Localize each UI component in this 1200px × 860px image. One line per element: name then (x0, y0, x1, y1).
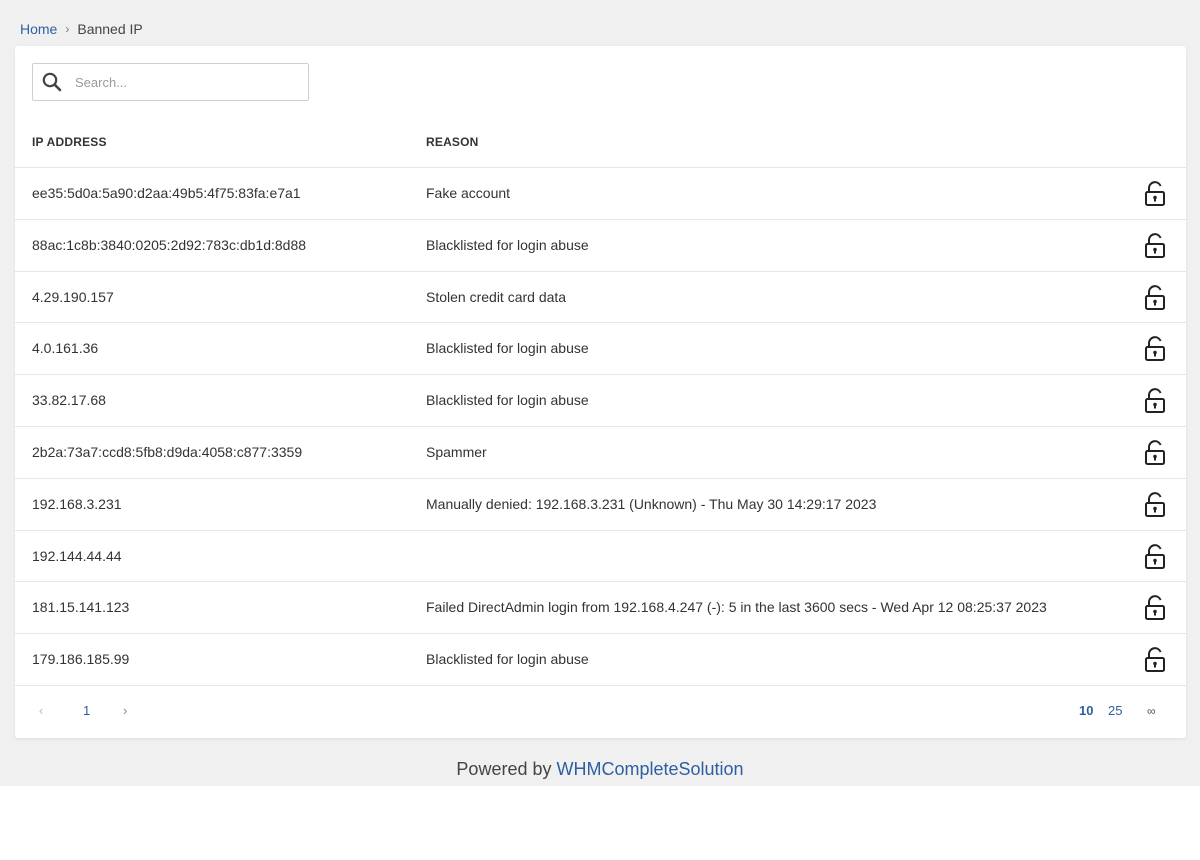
table-header: IP ADDRESS REASON (15, 124, 1186, 168)
table-row: 33.82.17.68 Blacklisted for login abuse (15, 375, 1186, 427)
previous-page-button[interactable]: ‹ (39, 691, 43, 731)
page-number-current[interactable]: 1 (83, 691, 90, 731)
ip-address-cell: 4.29.190.157 (32, 288, 114, 305)
ip-address-cell: ee35:5d0a:5a90:d2aa:49b5:4f75:83fa:e7a1 (32, 185, 301, 201)
footer-prefix: Powered by (456, 759, 557, 779)
ip-address-cell: 88ac:1c8b:3840:0205:2d92:783c:db1d:8d88 (32, 236, 307, 253)
reason-cell: Spammer (426, 443, 487, 460)
ip-address-cell: 4.0.161.36 (32, 340, 99, 357)
page-size-all[interactable]: ∞ (1147, 691, 1156, 731)
table-row: 4.0.161.36 Blacklisted for login abuse (15, 323, 1186, 376)
unlock-icon[interactable] (1143, 388, 1167, 414)
ip-address-cell: 2b2a:73a7:ccd8:5fb8:d9da:4058:c877:3359 (32, 443, 303, 460)
reason-cell: Blacklisted for login abuse (426, 340, 589, 357)
unlock-icon[interactable] (1143, 595, 1167, 621)
pagination: ‹ 1 › 10 25 ∞ (15, 691, 1186, 731)
search-input[interactable] (75, 74, 285, 90)
page-size-25[interactable]: 25 (1108, 691, 1122, 731)
unlock-icon[interactable] (1143, 647, 1167, 673)
reason-cell: Manually denied: 192.168.3.231 (Unknown)… (426, 495, 877, 512)
unlock-icon[interactable] (1143, 491, 1167, 518)
reason-cell: Fake account (426, 185, 511, 201)
table-row: 2b2a:73a7:ccd8:5fb8:d9da:4058:c877:3359 … (15, 427, 1186, 479)
reason-cell: Blacklisted for login abuse (426, 651, 589, 668)
reason-cell: Blacklisted for login abuse (426, 392, 589, 409)
unlock-icon[interactable] (1143, 181, 1167, 207)
search-icon (42, 72, 62, 92)
breadcrumb-home-link[interactable]: Home (20, 21, 57, 37)
table-row: 4.29.190.157 Stolen credit card data (15, 272, 1186, 324)
unlock-icon[interactable] (1143, 543, 1167, 570)
reason-cell: Failed DirectAdmin login from 192.168.4.… (426, 599, 1047, 616)
unlock-icon[interactable] (1143, 232, 1167, 259)
footer-link[interactable]: WHMCompleteSolution (556, 759, 743, 779)
breadcrumb-separator: › (65, 22, 70, 36)
table-row: ee35:5d0a:5a90:d2aa:49b5:4f75:83fa:e7a1 … (15, 168, 1186, 220)
ip-address-cell: 33.82.17.68 (32, 392, 106, 409)
breadcrumb-current: Banned IP (77, 21, 143, 37)
ip-address-cell: 192.144.44.44 (32, 547, 122, 564)
ip-address-cell: 192.168.3.231 (32, 495, 122, 512)
page-size-10[interactable]: 10 (1079, 691, 1093, 731)
table-row: 192.144.44.44 (15, 531, 1186, 583)
reason-cell: Stolen credit card data (426, 288, 567, 305)
unlock-icon[interactable] (1143, 440, 1167, 466)
column-header-ip[interactable]: IP ADDRESS (32, 135, 107, 149)
reason-cell: Blacklisted for login abuse (426, 236, 589, 253)
table-row: 181.15.141.123 Failed DirectAdmin login … (15, 582, 1186, 635)
banned-ip-card: IP ADDRESS REASON ee35:5d0a:5a90:d2aa:49… (15, 46, 1186, 738)
unlock-icon[interactable] (1143, 284, 1167, 311)
ip-address-cell: 179.186.185.99 (32, 651, 130, 668)
table-body: ee35:5d0a:5a90:d2aa:49b5:4f75:83fa:e7a1 … (15, 168, 1186, 686)
breadcrumb: Home › Banned IP (20, 20, 143, 38)
column-header-reason[interactable]: REASON (426, 135, 479, 149)
table-row: 179.186.185.99 Blacklisted for login abu… (15, 634, 1186, 686)
search-box[interactable] (32, 63, 309, 101)
unlock-icon[interactable] (1143, 336, 1167, 362)
footer: Powered by WHMCompleteSolution (0, 759, 1200, 780)
table-row: 88ac:1c8b:3840:0205:2d92:783c:db1d:8d88 … (15, 220, 1186, 272)
ip-address-cell: 181.15.141.123 (32, 599, 130, 616)
next-page-button[interactable]: › (123, 691, 127, 731)
table-row: 192.168.3.231 Manually denied: 192.168.3… (15, 479, 1186, 531)
